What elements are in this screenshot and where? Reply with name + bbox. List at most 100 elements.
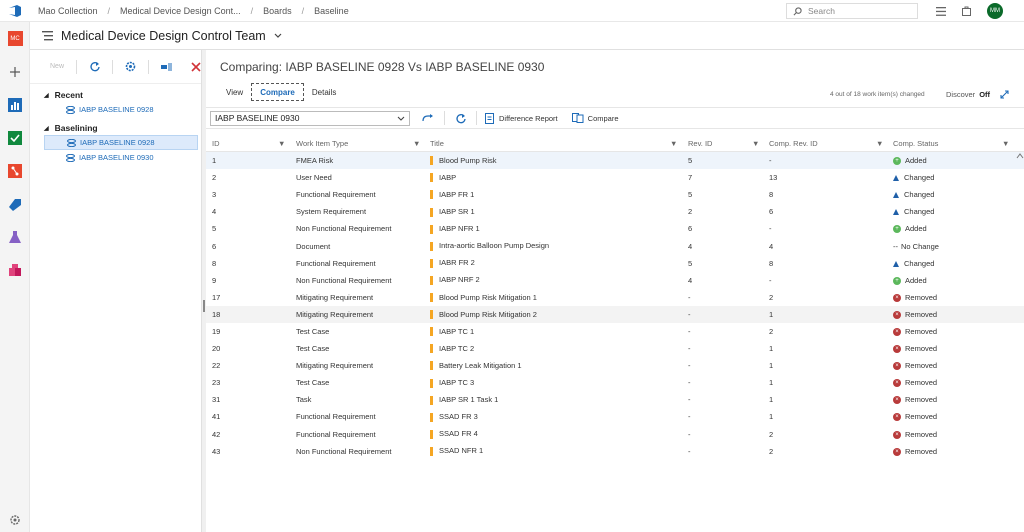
cell-title-text: IABP FR 1	[439, 189, 475, 199]
table-row[interactable]: 18 Mitigating Requirement Blood Pump Risk …	[206, 305, 1024, 323]
settings-icon[interactable]	[125, 61, 136, 72]
move-icon[interactable]	[160, 62, 174, 72]
avatar[interactable]: MM	[987, 3, 1003, 19]
tab-view[interactable]: View	[218, 83, 251, 101]
work-item-color-bar	[430, 395, 433, 405]
cell-title[interactable]: IABP TC 3	[430, 378, 474, 388]
tree-item-recent-baseline[interactable]: IABP BASELINE 0928	[44, 102, 198, 117]
table-row[interactable]: 17 Mitigating Requirement Blood Pump Risk …	[206, 289, 1024, 306]
cell-title[interactable]: IABP FR 1	[430, 190, 474, 200]
filter-icon[interactable]: ▼	[670, 139, 677, 148]
cell-title[interactable]: SSAD FR 4	[430, 429, 478, 439]
boards-icon[interactable]	[0, 121, 30, 154]
team-title[interactable]: Medical Device Design Control Team	[61, 29, 266, 43]
table-row[interactable]: 20 Test Case IABP TC 2 - 1 × Removed	[206, 340, 1024, 357]
col-header-status[interactable]: Comp. Status	[893, 139, 938, 148]
filter-icon[interactable]: ▼	[413, 139, 420, 148]
cell-title[interactable]: Blood Pump Risk Mitigation 2	[430, 310, 537, 320]
test-plans-icon[interactable]	[0, 220, 30, 253]
table-row[interactable]: 1 FMEA Risk Blood Pump Risk 5 - + Added	[206, 152, 1024, 170]
cell-title[interactable]: Intra-aortic Balloon Pump Design	[430, 241, 549, 251]
breadcrumb-collection[interactable]: Mao Collection	[38, 6, 98, 16]
new-button[interactable]: New	[50, 63, 64, 70]
tab-compare[interactable]: Compare	[251, 83, 304, 101]
azure-devops-logo-icon[interactable]	[0, 0, 30, 22]
table-row[interactable]: 23 Test Case IABP TC 3 - 1 × Removed	[206, 374, 1024, 391]
baseline-icon	[66, 105, 75, 114]
cell-id: 41	[212, 412, 221, 422]
col-header-rev[interactable]: Rev. ID	[688, 139, 712, 148]
breadcrumb-page[interactable]: Baseline	[314, 6, 349, 16]
table-row[interactable]: 3 Functional Requirement IABP FR 1 5 8 Change…	[206, 186, 1024, 203]
expand-icon[interactable]	[1000, 90, 1009, 99]
table-row[interactable]: 6 Document Intra-aortic Balloon Pump Desig…	[206, 237, 1024, 254]
pipelines-icon[interactable]	[0, 187, 30, 220]
repos-icon[interactable]	[0, 154, 30, 187]
cell-title[interactable]: IABP TC 2	[430, 344, 474, 354]
swap-icon[interactable]	[422, 113, 434, 123]
refresh-icon[interactable]	[455, 113, 466, 124]
col-header-id[interactable]: ID	[212, 139, 220, 148]
cell-title[interactable]: IABP SR 1 Task 1	[430, 395, 498, 405]
project-badge[interactable]: MC	[0, 22, 30, 55]
table-row[interactable]: 43 Non Functional Requirement SSAD NFR 1 - 2…	[206, 443, 1024, 460]
refresh-icon[interactable]	[89, 61, 100, 72]
expand-icon[interactable]: ◢	[44, 92, 49, 99]
cell-title[interactable]: IABR FR 2	[430, 258, 475, 268]
list-settings-icon[interactable]	[936, 6, 946, 16]
expand-icon[interactable]: ◢	[44, 125, 49, 132]
cell-title-text: IABP TC 2	[439, 343, 475, 353]
discover-toggle[interactable]: Discover Off	[946, 90, 1009, 99]
cell-title[interactable]: IABP SR 1	[430, 207, 475, 217]
cell-comp-rev: 8	[769, 258, 774, 268]
cell-title[interactable]: IABP NFR 1	[430, 224, 480, 234]
tab-details[interactable]: Details	[304, 83, 344, 101]
cell-title[interactable]: SSAD NFR 1	[430, 446, 483, 456]
compare-button[interactable]: Compare	[571, 113, 619, 123]
table-row[interactable]: 9 Non Functional Requirement IABP NRF 2 4 - +…	[206, 272, 1024, 289]
filter-icon[interactable]: ▼	[278, 139, 285, 148]
scrollbar[interactable]	[1016, 152, 1024, 532]
table-row[interactable]: 42 Functional Requirement SSAD FR 4 - 2 × Remo…	[206, 426, 1024, 443]
delete-icon[interactable]	[191, 61, 201, 72]
search-input[interactable]: Search	[786, 3, 918, 19]
filter-icon[interactable]: ▼	[1002, 139, 1009, 148]
col-header-comp-rev[interactable]: Comp. Rev. ID	[769, 139, 818, 148]
artifacts-icon[interactable]	[0, 253, 30, 286]
table-row[interactable]: 5 Non Functional Requirement IABP NFR 1 6 - +…	[206, 220, 1024, 237]
table-row[interactable]: 4 System Requirement IABP SR 1 2 6 Changed	[206, 203, 1024, 220]
add-icon[interactable]	[0, 55, 30, 88]
cell-rev: -	[688, 361, 691, 371]
table-row[interactable]: 41 Functional Requirement SSAD FR 3 - 1 × Remo…	[206, 408, 1024, 425]
breadcrumb-project[interactable]: Medical Device Design Cont...	[120, 6, 241, 16]
cell-status: + Added	[893, 156, 927, 166]
cell-title[interactable]: SSAD FR 3	[430, 412, 478, 422]
cell-title[interactable]: IABP	[430, 173, 456, 183]
breadcrumb-section[interactable]: Boards	[263, 6, 292, 16]
overview-icon[interactable]	[0, 88, 30, 121]
tree-item-baseline-0928[interactable]: IABP BASELINE 0928	[44, 135, 198, 150]
cell-title[interactable]: Blood Pump Risk Mitigation 1	[430, 293, 537, 303]
work-item-color-bar	[430, 310, 433, 320]
filter-icon[interactable]: ▼	[876, 139, 883, 148]
difference-report-button[interactable]: Difference Report	[485, 112, 558, 124]
table-row[interactable]: 2 User Need IABP 7 13 Changed	[206, 169, 1024, 186]
col-header-type[interactable]: Work Item Type	[296, 139, 348, 148]
col-header-title[interactable]: Title	[430, 139, 444, 148]
cell-id: 1	[212, 156, 217, 166]
cell-title[interactable]: Battery Leak Mitigation 1	[430, 361, 522, 371]
shopping-bag-icon[interactable]	[962, 6, 971, 16]
project-settings-icon[interactable]	[9, 514, 21, 528]
baseline-select[interactable]: IABP BASELINE 0930	[210, 110, 410, 126]
work-item-color-bar	[430, 344, 433, 354]
cell-title[interactable]: IABP TC 1	[430, 327, 474, 337]
table-row[interactable]: 8 Functional Requirement IABR FR 2 5 8 Change…	[206, 255, 1024, 272]
cell-title[interactable]: IABP NRF 2	[430, 275, 480, 285]
table-row[interactable]: 22 Mitigating Requirement Battery Leak Mit…	[206, 357, 1024, 374]
filter-icon[interactable]: ▼	[752, 139, 759, 148]
cell-title[interactable]: Blood Pump Risk	[430, 156, 497, 166]
chevron-down-icon[interactable]	[274, 33, 282, 39]
table-row[interactable]: 31 Task IABP SR 1 Task 1 - 1 × Removed	[206, 391, 1024, 408]
table-row[interactable]: 19 Test Case IABP TC 1 - 2 × Removed	[206, 323, 1024, 340]
tree-item-baseline-0930[interactable]: IABP BASELINE 0930	[44, 150, 198, 165]
